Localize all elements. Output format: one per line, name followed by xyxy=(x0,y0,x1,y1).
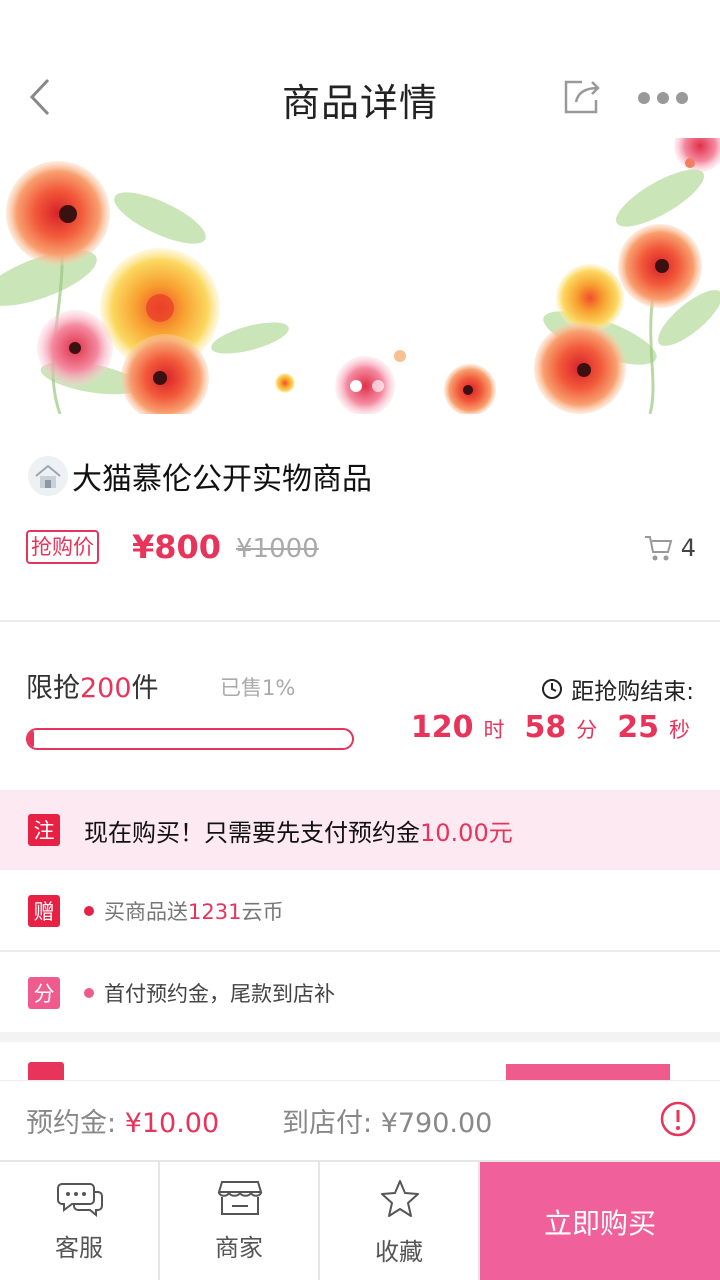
promo-installment-row: 分 首付预约金，尾款到店补 xyxy=(0,954,720,1032)
house-icon xyxy=(28,456,68,496)
bullet-dot xyxy=(84,988,94,998)
flash-sale-section: 限抢200件 已售1% 距抢购结束: 120 时 58 分 25 秒 xyxy=(0,624,720,788)
favorite-button[interactable]: 收藏 xyxy=(320,1162,480,1280)
product-title: 大猫慕伦公开实物商品 xyxy=(72,462,372,497)
merchant-button[interactable]: 商家 xyxy=(160,1162,320,1280)
clock-icon xyxy=(542,679,563,699)
sold-progress-bar xyxy=(26,728,354,750)
limit-label: 限抢200件 xyxy=(26,666,159,705)
gift-text: 买商品送1231云币 xyxy=(104,896,283,926)
gift-text-suffix: 云币 xyxy=(241,900,284,924)
minutes-unit: 分 xyxy=(576,718,598,742)
countdown-seconds: 25 xyxy=(617,710,659,745)
shop-avatar xyxy=(28,456,68,496)
more-dots-icon xyxy=(638,92,688,104)
status-bar xyxy=(0,0,720,56)
page-title: 商品详情 xyxy=(281,81,438,125)
store-pay-amount: 到店付: ¥790.00 xyxy=(282,1101,492,1140)
price-row: 抢购价 ¥800 ¥1000 4 xyxy=(26,528,696,572)
deposit-amount: 预约金: ¥10.00 xyxy=(26,1101,219,1140)
divider xyxy=(0,950,720,952)
share-icon xyxy=(564,80,600,114)
deposit-summary-bar: 预约金: ¥10.00 到店付: ¥790.00 xyxy=(0,1080,720,1160)
current-price: ¥800 xyxy=(132,528,222,566)
buy-now-button[interactable]: 立即购买 xyxy=(480,1162,720,1280)
product-banner-image[interactable] xyxy=(0,138,720,414)
countdown-minutes: 58 xyxy=(524,710,567,745)
limit-prefix: 限抢 xyxy=(26,673,80,704)
store-pay-value: ¥790.00 xyxy=(380,1108,493,1139)
deposit-value: ¥10.00 xyxy=(124,1108,220,1139)
divider xyxy=(0,620,720,622)
countdown-timer: 120 时 58 分 25 秒 xyxy=(411,710,690,745)
store-pay-label: 到店付: xyxy=(282,1108,381,1139)
notice-badge: 注 xyxy=(28,814,60,846)
nav-bar: 商品详情 xyxy=(0,56,720,138)
notice-text-main: 现在购买！只需要先支付预约金 xyxy=(84,818,420,847)
seconds-unit: 秒 xyxy=(669,718,690,742)
info-alert-icon[interactable] xyxy=(660,1101,696,1137)
installment-badge: 分 xyxy=(28,977,60,1009)
banner-page-indicator xyxy=(350,380,384,392)
coupon-icon xyxy=(28,1062,64,1082)
sold-percentage: 已售1% xyxy=(220,676,296,700)
bullet-dot xyxy=(84,906,94,916)
section-gap xyxy=(0,1032,720,1042)
product-title-row: 大猫慕伦公开实物商品 xyxy=(28,452,700,500)
store-icon xyxy=(217,1181,263,1215)
hours-unit: 时 xyxy=(483,718,505,742)
flash-price-tag: 抢购价 xyxy=(26,530,99,564)
share-button[interactable] xyxy=(560,74,604,118)
notice-text: 现在购买！只需要先支付预约金10.00元 xyxy=(84,813,513,848)
countdown-label-text: 距抢购结束: xyxy=(571,679,694,705)
countdown-hours: 120 xyxy=(410,710,474,745)
sold-progress-fill xyxy=(28,730,34,748)
watercolor-flowers-image xyxy=(0,138,720,414)
cart-count: 4 xyxy=(680,534,696,562)
customer-service-label: 客服 xyxy=(55,1234,103,1262)
chat-bubble-icon xyxy=(57,1183,103,1218)
deposit-label: 预约金: xyxy=(26,1108,125,1139)
gift-text-prefix: 买商品送 xyxy=(104,900,188,924)
promo-gift-row: 赠 买商品送1231云币 xyxy=(0,872,720,950)
gift-badge: 赠 xyxy=(28,895,60,927)
installment-text: 首付预约金，尾款到店补 xyxy=(104,982,335,1006)
notice-amount: 10.00元 xyxy=(420,818,513,847)
original-price: ¥1000 xyxy=(236,534,319,564)
cart-button[interactable]: 4 xyxy=(643,534,696,562)
back-button[interactable] xyxy=(24,74,60,120)
page-dot-active xyxy=(350,380,362,392)
star-icon xyxy=(381,1180,419,1217)
page-dot xyxy=(372,380,384,392)
deposit-notice: 注 现在购买！只需要先支付预约金10.00元 xyxy=(0,790,720,870)
cart-icon xyxy=(644,536,673,561)
limit-count: 200 xyxy=(80,673,132,704)
customer-service-button[interactable]: 客服 xyxy=(0,1162,160,1280)
chevron-left-icon xyxy=(29,78,50,116)
more-button[interactable] xyxy=(636,86,690,110)
gift-coins: 1231 xyxy=(188,900,242,924)
bottom-action-bar: 客服 商家 收藏 立即购买 xyxy=(0,1160,720,1280)
countdown-label: 距抢购结束: xyxy=(541,672,694,706)
merchant-label: 商家 xyxy=(215,1234,263,1262)
coupon-row-partial[interactable] xyxy=(0,1042,720,1082)
favorite-label: 收藏 xyxy=(375,1238,423,1266)
limit-suffix: 件 xyxy=(131,673,159,704)
